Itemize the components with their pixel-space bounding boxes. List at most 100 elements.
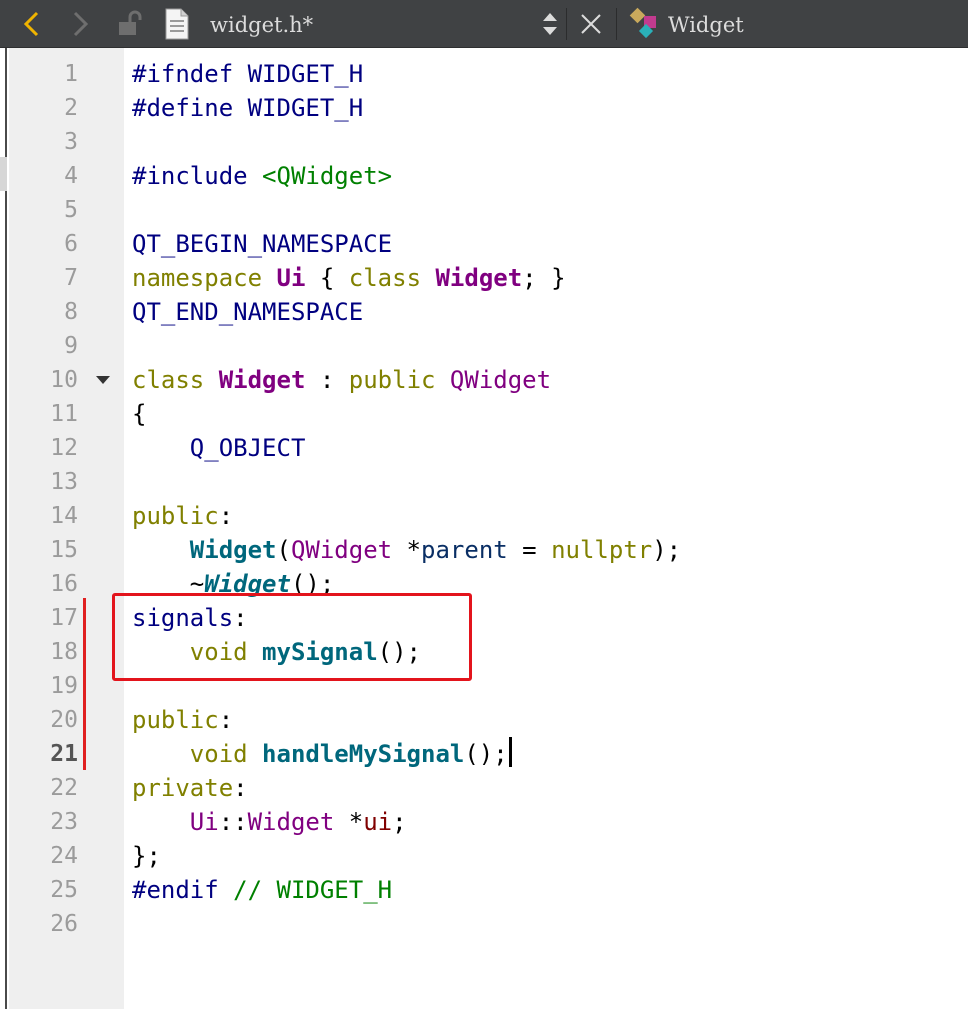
line-number: 9	[64, 333, 78, 359]
code-text[interactable]: #include <QWidget>	[132, 159, 392, 193]
code-token: ();	[464, 740, 508, 768]
code-text[interactable]: #ifndef WIDGET_H	[132, 57, 363, 91]
line-number: 25	[50, 877, 78, 903]
code-line[interactable]: 23 Ui::Widget *ui;	[0, 805, 968, 839]
line-number: 12	[50, 435, 78, 461]
code-text[interactable]: Ui::Widget *ui;	[132, 805, 407, 839]
code-text[interactable]: class Widget : public QWidget	[132, 363, 551, 397]
code-line[interactable]: 12 Q_OBJECT	[0, 431, 968, 465]
code-token: class	[348, 264, 436, 292]
code-token: QT_END_NAMESPACE	[132, 298, 364, 326]
code-token: Ui	[189, 808, 219, 836]
code-text[interactable]: namespace Ui { class Widget; }	[132, 261, 566, 295]
code-token: #endif	[132, 876, 234, 904]
code-line[interactable]: 14 public:	[0, 499, 968, 533]
code-token: #define WIDGET_H	[132, 94, 364, 122]
code-token: Widget	[435, 264, 523, 292]
up-down-arrows-icon[interactable]	[538, 0, 562, 48]
unlock-icon[interactable]	[112, 0, 148, 48]
line-number: 8	[64, 299, 78, 325]
code-line[interactable]: 22 private:	[0, 771, 968, 805]
code-text[interactable]: #endif // WIDGET_H	[132, 873, 392, 907]
code-line[interactable]: 2 #define WIDGET_H	[0, 91, 968, 125]
code-line[interactable]: 5	[0, 193, 968, 227]
code-token: ; }	[522, 264, 566, 292]
class-icon[interactable]	[628, 0, 664, 48]
code-text[interactable]: };	[132, 839, 161, 873]
class-selector[interactable]: Widget	[668, 0, 744, 48]
code-token: Q_OBJECT	[189, 434, 306, 462]
code-line[interactable]: 26	[0, 907, 968, 941]
code-line[interactable]: 13	[0, 465, 968, 499]
line-number: 10	[50, 367, 78, 393]
line-number: 18	[50, 639, 78, 665]
code-line[interactable]: 8 QT_END_NAMESPACE	[0, 295, 968, 329]
code-token: // WIDGET_H	[233, 876, 393, 904]
line-number: 13	[50, 469, 78, 495]
line-number: 2	[64, 95, 78, 121]
code-text[interactable]: public:	[132, 499, 233, 533]
code-token: {	[132, 400, 147, 428]
code-token: public	[132, 502, 219, 530]
code-line[interactable]: 11 {	[0, 397, 968, 431]
line-number: 26	[50, 911, 78, 937]
code-line[interactable]: 6 QT_BEGIN_NAMESPACE	[0, 227, 968, 261]
code-token: (	[276, 536, 291, 564]
code-text[interactable]: Q_OBJECT	[132, 431, 306, 465]
code-line[interactable]: 21 void handleMySignal();	[0, 737, 968, 771]
code-token: :	[233, 774, 248, 802]
code-token: :	[218, 502, 234, 530]
code-line[interactable]: 1 #ifndef WIDGET_H	[0, 57, 968, 91]
back-arrow-icon[interactable]	[14, 0, 50, 48]
line-number: 16	[50, 571, 78, 597]
code-line[interactable]: 7 namespace Ui { class Widget; }	[0, 261, 968, 295]
line-number: 20	[50, 707, 78, 733]
toolbar-separator	[566, 8, 567, 40]
line-number: 4	[64, 163, 78, 189]
code-token: Widget	[247, 808, 335, 836]
code-line[interactable]: 25 #endif // WIDGET_H	[0, 873, 968, 907]
code-token: public	[132, 706, 219, 734]
close-icon[interactable]	[574, 0, 608, 48]
forward-arrow-icon[interactable]	[62, 0, 98, 48]
code-token: Ui	[276, 264, 306, 292]
code-text[interactable]: QT_BEGIN_NAMESPACE	[132, 227, 392, 261]
code-token: QT_BEGIN_NAMESPACE	[132, 230, 393, 258]
code-text[interactable]: public:	[132, 703, 233, 737]
code-line[interactable]: 3	[0, 125, 968, 159]
code-token: =	[507, 536, 552, 564]
code-line[interactable]: 10 class Widget : public QWidget	[0, 363, 968, 397]
code-token: *	[334, 808, 364, 836]
code-line[interactable]: 9	[0, 329, 968, 363]
fold-toggle-icon[interactable]	[96, 376, 110, 384]
code-token: <QWidget>	[262, 162, 393, 190]
line-number: 3	[64, 129, 78, 155]
line-number: 17	[50, 605, 78, 631]
code-text[interactable]: {	[132, 397, 146, 431]
code-line[interactable]: 20 public:	[0, 703, 968, 737]
code-text[interactable]: private:	[132, 771, 248, 805]
text-cursor	[508, 737, 512, 767]
annotation-highlight-box	[112, 593, 472, 681]
open-file-name[interactable]: widget.h*	[210, 0, 313, 48]
code-token: {	[305, 264, 349, 292]
code-text[interactable]: #define WIDGET_H	[132, 91, 363, 125]
code-line[interactable]: 4 #include <QWidget>	[0, 159, 968, 193]
code-line[interactable]: 15 Widget(QWidget *parent = nullptr);	[0, 533, 968, 567]
code-text[interactable]: Widget(QWidget *parent = nullptr);	[132, 533, 681, 567]
code-token: );	[652, 536, 682, 564]
code-token: ;	[392, 808, 407, 836]
file-icon	[160, 0, 194, 48]
code-text[interactable]: QT_END_NAMESPACE	[132, 295, 363, 329]
line-number: 7	[64, 265, 78, 291]
code-token: Widget	[218, 366, 306, 394]
code-token: Widget	[189, 536, 277, 564]
toolbar-separator	[616, 8, 617, 40]
line-number: 19	[50, 673, 78, 699]
code-line[interactable]: 24};	[0, 839, 968, 873]
code-text[interactable]: void handleMySignal();	[132, 737, 512, 771]
